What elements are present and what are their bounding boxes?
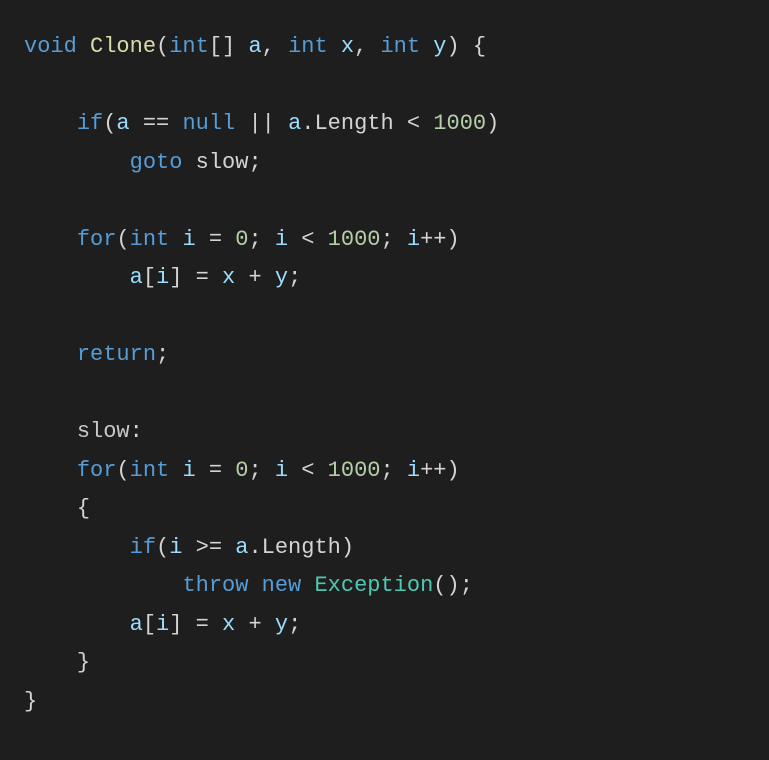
number-literal: 1000: [433, 111, 486, 136]
brace-close: }: [24, 689, 37, 714]
function-name: Clone: [90, 34, 156, 59]
keyword-if: if: [77, 111, 103, 136]
type-int: int: [380, 34, 420, 59]
type-int: int: [288, 34, 328, 59]
keyword-void: void: [24, 34, 77, 59]
param-a: a: [248, 34, 261, 59]
keyword-goto: goto: [130, 150, 183, 175]
code-line: a[i] = x + y;: [24, 612, 301, 637]
brace-open: {: [77, 496, 90, 521]
keyword-null: null: [182, 111, 235, 136]
code-line: }: [24, 689, 37, 714]
code-line: throw new Exception();: [24, 573, 473, 598]
brace-open: {: [473, 34, 486, 59]
code-line: void Clone(int[] a, int x, int y) {: [24, 34, 486, 59]
brackets: []: [209, 34, 235, 59]
code-line: for(int i = 0; i < 1000; i++): [24, 458, 460, 483]
code-line: for(int i = 0; i < 1000; i++): [24, 227, 460, 252]
type-int: int: [169, 34, 209, 59]
code-line: return;: [24, 342, 169, 367]
label-slow: slow: [77, 419, 130, 444]
code-block: void Clone(int[] a, int x, int y) { if(a…: [24, 28, 745, 721]
code-line: if(i >= a.Length): [24, 535, 354, 560]
keyword-throw: throw: [182, 573, 248, 598]
keyword-for: for: [77, 458, 117, 483]
code-line: slow:: [24, 419, 143, 444]
param-x: x: [341, 34, 354, 59]
code-line: a[i] = x + y;: [24, 265, 301, 290]
label-ref: slow: [196, 150, 249, 175]
code-line: goto slow;: [24, 150, 262, 175]
code-line: if(a == null || a.Length < 1000): [24, 111, 499, 136]
paren-open: (: [156, 34, 169, 59]
keyword-return: return: [77, 342, 156, 367]
keyword-new: new: [262, 573, 302, 598]
brace-close: }: [77, 650, 90, 675]
keyword-for: for: [77, 227, 117, 252]
paren-close: ): [447, 34, 460, 59]
param-y: y: [433, 34, 446, 59]
keyword-if: if: [130, 535, 156, 560]
code-line: }: [24, 650, 90, 675]
class-exception: Exception: [314, 573, 433, 598]
code-line: {: [24, 496, 90, 521]
